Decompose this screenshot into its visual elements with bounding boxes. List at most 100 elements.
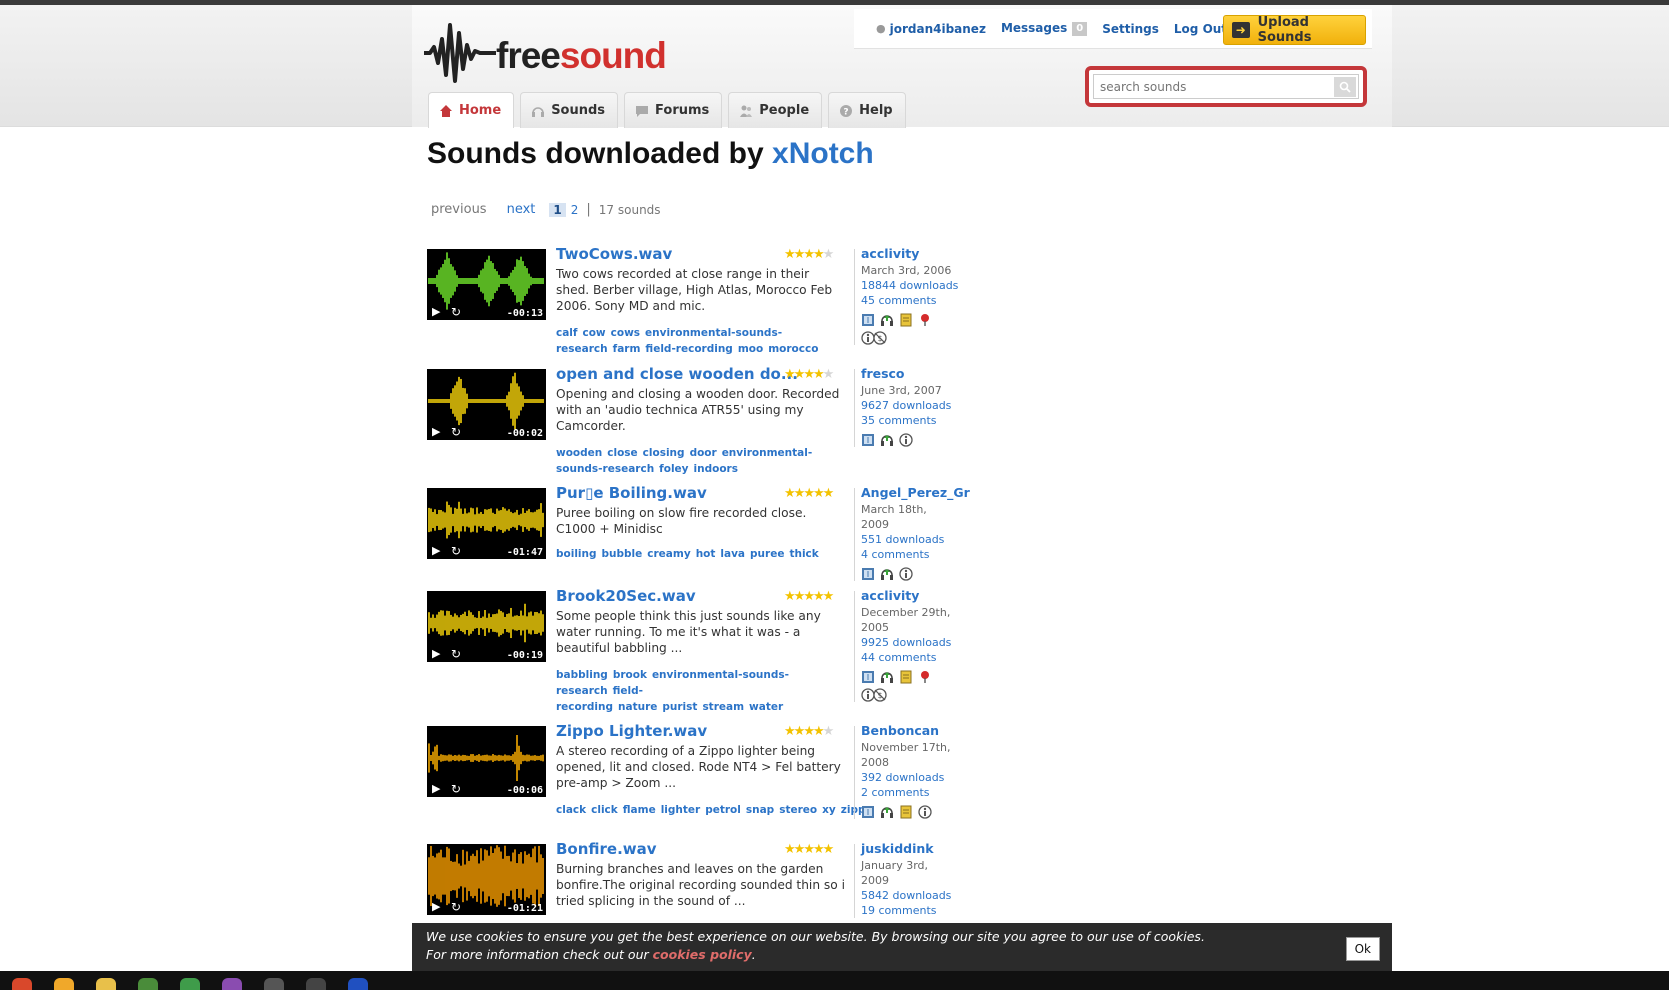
star-icon[interactable]: ★ — [823, 589, 835, 604]
tab-help[interactable]: ? Help — [828, 92, 906, 128]
star-icon[interactable]: ★ — [813, 589, 825, 604]
upload-sounds-button[interactable]: ➜ Upload Sounds — [1223, 15, 1366, 45]
settings-link[interactable]: Settings — [1102, 22, 1159, 36]
sound-title-link[interactable]: Zippo Lighter.wav — [556, 722, 707, 740]
star-icon[interactable]: ★ — [794, 486, 806, 501]
tag-link[interactable]: brook — [613, 669, 647, 681]
tag-link[interactable]: water — [749, 701, 783, 713]
tag-link[interactable]: field-recording — [645, 343, 732, 355]
tag-link[interactable]: hot — [696, 548, 716, 560]
tag-link[interactable]: bubble — [602, 548, 643, 560]
search-input[interactable] — [1094, 79, 1334, 94]
waveform-player[interactable]: ▶ ↻ -01:21 — [427, 844, 546, 915]
star-icon[interactable]: ★ — [784, 486, 796, 501]
logout-link[interactable]: Log Out — [1174, 22, 1227, 36]
freesound-logo[interactable]: freesound — [422, 19, 667, 89]
star-icon[interactable]: ★ — [803, 486, 815, 501]
tag-link[interactable]: clack — [556, 804, 586, 816]
uploader-link[interactable]: juskiddink — [861, 840, 957, 858]
tag-link[interactable]: purist — [662, 701, 697, 713]
taskbar-app-icon[interactable] — [138, 978, 158, 990]
taskbar-app-icon[interactable] — [222, 978, 242, 990]
tag-link[interactable]: puree — [750, 548, 784, 560]
star-icon[interactable]: ★ — [803, 589, 815, 604]
tag-link[interactable]: foley — [659, 463, 688, 475]
loop-icon[interactable]: ↻ — [451, 900, 461, 914]
play-icon[interactable]: ▶ — [432, 544, 440, 557]
comments-link[interactable]: 35 comments — [861, 413, 957, 428]
tab-forums[interactable]: Forums — [624, 92, 723, 128]
star-icon[interactable]: ★ — [784, 247, 796, 262]
tag-link[interactable]: morocco — [768, 343, 818, 355]
loop-icon[interactable]: ↻ — [451, 544, 461, 558]
tag-link[interactable]: stream — [702, 701, 744, 713]
tab-people[interactable]: People — [728, 92, 823, 128]
sound-title-link[interactable]: open and close wooden do... — [556, 365, 798, 383]
play-icon[interactable]: ▶ — [432, 425, 440, 438]
play-icon[interactable]: ▶ — [432, 647, 440, 660]
tag-link[interactable]: wooden — [556, 447, 602, 459]
star-icon[interactable]: ★ — [823, 842, 835, 857]
pager-next[interactable]: next — [507, 202, 536, 217]
star-icon[interactable]: ★ — [813, 486, 825, 501]
tag-link[interactable]: xy — [822, 804, 836, 816]
rating-stars[interactable]: ★★★★★ — [784, 589, 835, 604]
loop-icon[interactable]: ↻ — [451, 305, 461, 319]
comments-link[interactable]: 19 comments — [861, 903, 957, 918]
tag-link[interactable]: lava — [720, 548, 745, 560]
waveform-player[interactable]: ▶ ↻ -01:47 — [427, 488, 546, 559]
star-icon[interactable]: ★ — [803, 842, 815, 857]
comments-link[interactable]: 4 comments — [861, 547, 970, 562]
pager-page-link[interactable]: 2 — [571, 203, 579, 217]
sound-title-link[interactable]: Bonfire.wav — [556, 840, 657, 858]
sound-title-link[interactable]: Brook20Sec.wav — [556, 587, 696, 605]
play-icon[interactable]: ▶ — [432, 305, 440, 318]
loop-icon[interactable]: ↻ — [451, 782, 461, 796]
star-icon[interactable]: ★ — [823, 724, 835, 739]
tag-link[interactable]: farm — [613, 343, 641, 355]
tag-link[interactable]: calf — [556, 327, 577, 339]
tag-link[interactable]: indoors — [694, 463, 738, 475]
downloads-link[interactable]: 5842 downloads — [861, 888, 957, 903]
tag-link[interactable]: creamy — [647, 548, 690, 560]
uploader-link[interactable]: fresco — [861, 365, 957, 383]
loop-icon[interactable]: ↻ — [451, 647, 461, 661]
tag-link[interactable]: click — [591, 804, 618, 816]
star-icon[interactable]: ★ — [784, 724, 796, 739]
waveform-player[interactable]: ▶ ↻ -00:02 — [427, 369, 546, 440]
tab-sounds[interactable]: Sounds — [520, 92, 619, 128]
star-icon[interactable]: ★ — [823, 367, 835, 382]
star-icon[interactable]: ★ — [803, 724, 815, 739]
star-icon[interactable]: ★ — [794, 247, 806, 262]
taskbar-folder-icon[interactable] — [96, 978, 116, 990]
rating-stars[interactable]: ★★★★★ — [784, 842, 835, 857]
star-icon[interactable]: ★ — [784, 842, 796, 857]
star-icon[interactable]: ★ — [803, 247, 815, 262]
star-icon[interactable]: ★ — [794, 589, 806, 604]
rating-stars[interactable]: ★★★★★ — [784, 367, 835, 382]
star-icon[interactable]: ★ — [813, 367, 825, 382]
star-icon[interactable]: ★ — [784, 367, 796, 382]
tag-link[interactable]: petrol — [705, 804, 741, 816]
comments-link[interactable]: 45 comments — [861, 293, 958, 308]
comments-link[interactable]: 2 comments — [861, 785, 957, 800]
taskbar-browser-icon[interactable] — [12, 978, 32, 990]
tag-link[interactable]: lighter — [661, 804, 701, 816]
downloads-link[interactable]: 9627 downloads — [861, 398, 957, 413]
play-icon[interactable]: ▶ — [432, 782, 440, 795]
taskbar-app-icon[interactable] — [306, 978, 326, 990]
taskbar-app-icon[interactable] — [54, 978, 74, 990]
tag-link[interactable]: door — [690, 447, 717, 459]
rating-stars[interactable]: ★★★★★ — [784, 724, 835, 739]
downloads-link[interactable]: 392 downloads — [861, 770, 957, 785]
tag-link[interactable]: flame — [623, 804, 656, 816]
tag-link[interactable]: snap — [746, 804, 774, 816]
sound-title-link[interactable]: Pur▯e Boiling.wav — [556, 484, 707, 502]
tag-link[interactable]: nature — [618, 701, 657, 713]
star-icon[interactable]: ★ — [784, 589, 796, 604]
tag-link[interactable]: stereo — [779, 804, 817, 816]
username-link[interactable]: jordan4ibanez — [890, 22, 986, 36]
star-icon[interactable]: ★ — [823, 247, 835, 262]
uploader-link[interactable]: acclivity — [861, 587, 957, 605]
rating-stars[interactable]: ★★★★★ — [784, 486, 834, 501]
